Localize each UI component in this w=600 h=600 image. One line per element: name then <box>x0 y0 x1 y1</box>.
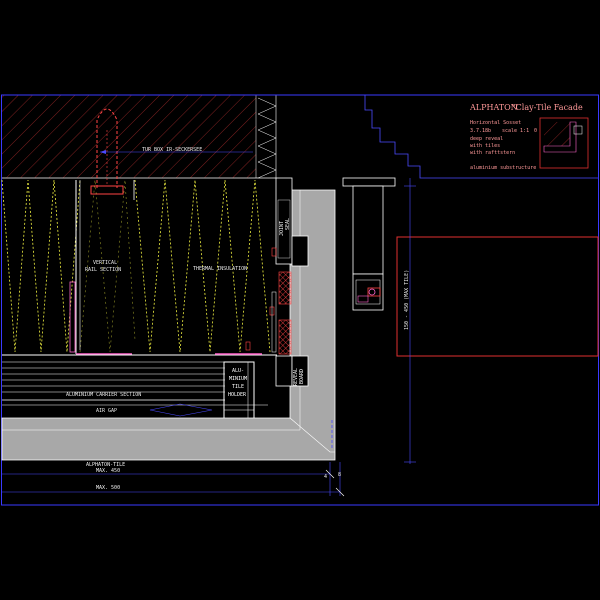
title-line-5: with rafttstern <box>470 150 515 156</box>
title-product: "Clay-Tile Facade <box>512 103 583 112</box>
vertical-rail-label-2: RAIL SECTION <box>85 267 121 273</box>
joint-seal-label-2: SEAL <box>285 218 291 230</box>
wall-anchor-label: TUR BOX IR-SECKERSEE <box>142 147 202 153</box>
window-dimension-label: 150 - 450 (MAX TILE) <box>404 270 410 330</box>
small-dimension-left: 4 <box>324 474 327 480</box>
title-line-4: with tiles <box>470 143 500 149</box>
title-brand: ALPHATON <box>469 103 518 112</box>
tile-holder-label-4: HOLDER <box>228 392 247 398</box>
window-opening <box>396 236 599 357</box>
overall-width-label: MAX. 500 <box>96 485 120 491</box>
cad-drawing: TUR BOX IR-SECKERSEE VERTICAL RAIL SECTI… <box>1 94 599 506</box>
tile-holder-label-1: ALU- <box>232 368 244 374</box>
small-dimension-right: 8 <box>338 472 341 478</box>
masonry-wall <box>2 95 277 179</box>
tile-width-label-2: MAX. 450 <box>96 468 120 474</box>
title-line-2-scale: scale 1:1 <box>502 128 529 134</box>
tile-holder-label-2: MINIUM <box>229 376 247 382</box>
title-line-2-date: 3.7.18b <box>470 128 491 134</box>
window-profile <box>342 177 396 311</box>
title-line-6: aluminium substructure <box>470 165 536 171</box>
title-line-2-code: 0 <box>534 128 537 134</box>
carrier-section-label: ALUMINIUM CARRIER SECTION <box>66 392 141 398</box>
reveal-board-label-2: BOARD <box>299 369 305 384</box>
title-block: ALPHATON "Clay-Tile Facade Horizontal So… <box>469 103 589 171</box>
insulation-label: THERMAL INSULATION <box>193 266 247 272</box>
vertical-rail-label-1: VERTICAL <box>93 260 117 266</box>
tile-holder-label-3: TILE <box>232 384 244 390</box>
title-line-1: Horizontal Sosset <box>470 120 521 126</box>
air-gap-label: AIR GAP <box>96 408 117 414</box>
tile-inner-edge <box>2 190 301 431</box>
title-line-3: deep reveal <box>470 136 503 142</box>
bottom-dimensions <box>2 462 345 497</box>
